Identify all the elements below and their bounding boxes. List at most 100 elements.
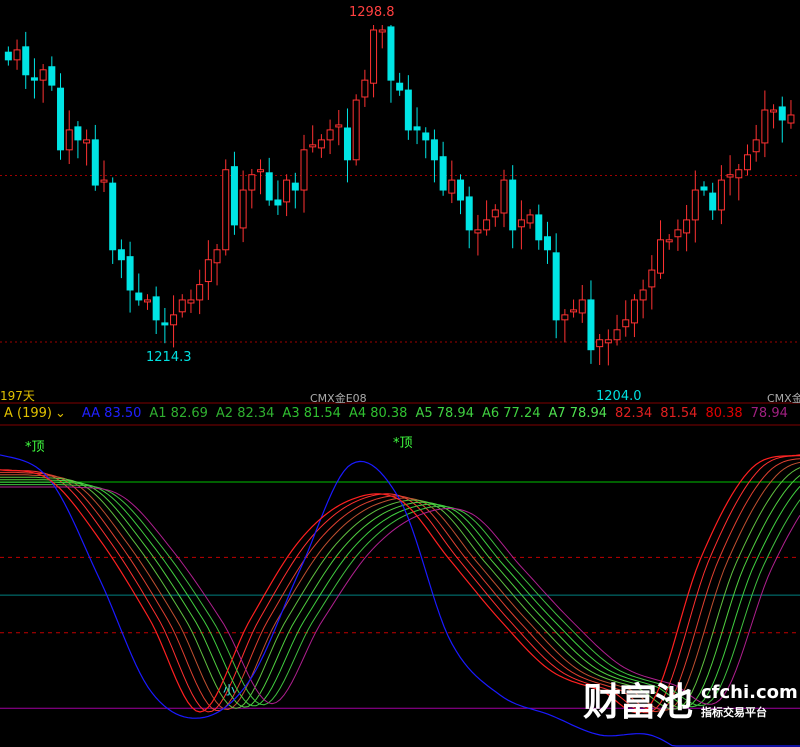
candle-body: [30, 77, 38, 81]
legend-a3: A3 81.54: [282, 406, 341, 421]
candle-body: [22, 46, 30, 76]
candle-body: [465, 196, 473, 231]
candle-body: [474, 229, 482, 234]
candle-body: [135, 292, 143, 301]
candle-body: [370, 29, 378, 84]
candle-body: [761, 109, 769, 144]
watermark-brand: 财富池: [583, 680, 693, 724]
legend-a6: A6 77.24: [481, 406, 541, 421]
candle-body: [57, 87, 65, 151]
candle-body: [65, 129, 73, 151]
candle-body: [143, 299, 151, 303]
indicator-line-a6: [0, 481, 800, 708]
candle-body: [457, 179, 465, 201]
candle-body: [535, 214, 543, 241]
candle-body: [109, 182, 117, 251]
candle-body: [230, 166, 238, 226]
candle-body: [126, 256, 134, 291]
watermark-logo: 财富池 cfchi.com 指标交易平台: [583, 680, 798, 730]
legend-r3: 80.38: [705, 406, 743, 421]
candle-body: [787, 114, 795, 124]
candle-body: [578, 299, 586, 314]
legend-a[interactable]: A (199) ⌄: [4, 406, 74, 421]
candle-body: [317, 139, 325, 149]
low-label-right: 1204.0: [596, 389, 642, 404]
candle-body: [300, 149, 308, 191]
indicator-line-a8: [0, 486, 800, 705]
candle-body: [39, 69, 47, 81]
candle-body: [378, 29, 386, 33]
days-label: 197天: [0, 389, 35, 403]
legend-a4: A4 80.38: [348, 406, 408, 421]
candle-body: [657, 239, 665, 274]
candle-body: [735, 169, 743, 179]
candle-body: [596, 339, 604, 348]
candle-body: [509, 179, 517, 231]
indicator-line-a4: [0, 467, 800, 710]
candle-body: [387, 26, 395, 81]
candle-body: [13, 49, 21, 61]
candle-body: [448, 179, 456, 194]
watermark-domain: cfchi.com: [701, 682, 798, 703]
candle-body: [778, 106, 786, 121]
bottom-marker: 小: [223, 683, 236, 697]
candle-body: [439, 156, 447, 191]
candle-body: [117, 249, 125, 261]
legend-aa: AA 83.50: [81, 406, 142, 421]
legend-r2: 81.54: [660, 406, 698, 421]
legend-a1: A1 82.69: [149, 406, 208, 421]
candle-body: [222, 169, 230, 251]
candle-body: [543, 236, 551, 251]
candle-body: [161, 322, 169, 326]
legend-a2: A2 82.34: [215, 406, 275, 421]
candle-body: [291, 182, 299, 191]
candle-body: [752, 139, 760, 153]
indicator-legend: A (199) ⌄ AA 83.50 A1 82.69 A2 82.34 A3 81.54…: [4, 406, 796, 421]
top-marker-1: *顶: [25, 440, 45, 455]
candle-body: [404, 89, 412, 131]
candle-body: [770, 109, 778, 113]
top-marker-2: *顶: [393, 436, 413, 451]
candle-body: [717, 179, 725, 211]
candle-body: [630, 299, 638, 324]
candle-body: [74, 126, 82, 141]
candle-body: [622, 319, 630, 328]
indicator-line-a5: [0, 475, 800, 709]
indicator-line-red: [0, 454, 800, 714]
candle-body: [361, 79, 369, 98]
candle-body: [570, 309, 578, 313]
candle-body: [613, 329, 621, 341]
candle-body: [552, 252, 560, 321]
candle-body: [309, 144, 317, 148]
candle-body: [343, 127, 351, 161]
candle-body: [500, 179, 508, 214]
candle-body: [91, 139, 99, 186]
candle-body: [604, 339, 612, 344]
chart-window: 1298.8 1214.3 1204.0 197天 CMX金E08 CMX金 A…: [0, 0, 800, 747]
candle-body: [743, 154, 751, 171]
indicator-line-a1: [0, 455, 800, 714]
candle-body: [239, 189, 247, 229]
low-label-left: 1214.3: [146, 350, 192, 365]
candle-body: [709, 192, 717, 211]
contract-label-2: CMX金: [767, 392, 800, 405]
candle-body: [187, 299, 195, 304]
candle-body: [352, 99, 360, 161]
candle-body: [100, 179, 108, 183]
indicator-name: A (199): [4, 406, 52, 421]
candle-body: [726, 174, 734, 178]
candle-body: [691, 189, 699, 221]
legend-r1: 82.34: [615, 406, 653, 421]
candle-body: [700, 186, 708, 191]
candle-body: [274, 199, 282, 206]
candle-body: [587, 299, 595, 351]
candle-body: [526, 214, 534, 224]
candle-body: [422, 132, 430, 141]
candle-body: [83, 139, 91, 144]
candle-body: [283, 179, 291, 203]
candle-body: [517, 219, 525, 228]
legend-a5: A5 78.94: [415, 406, 474, 421]
candle-body: [639, 289, 647, 301]
chevron-down-icon[interactable]: ⌄: [55, 406, 66, 421]
candle-body: [152, 296, 160, 321]
